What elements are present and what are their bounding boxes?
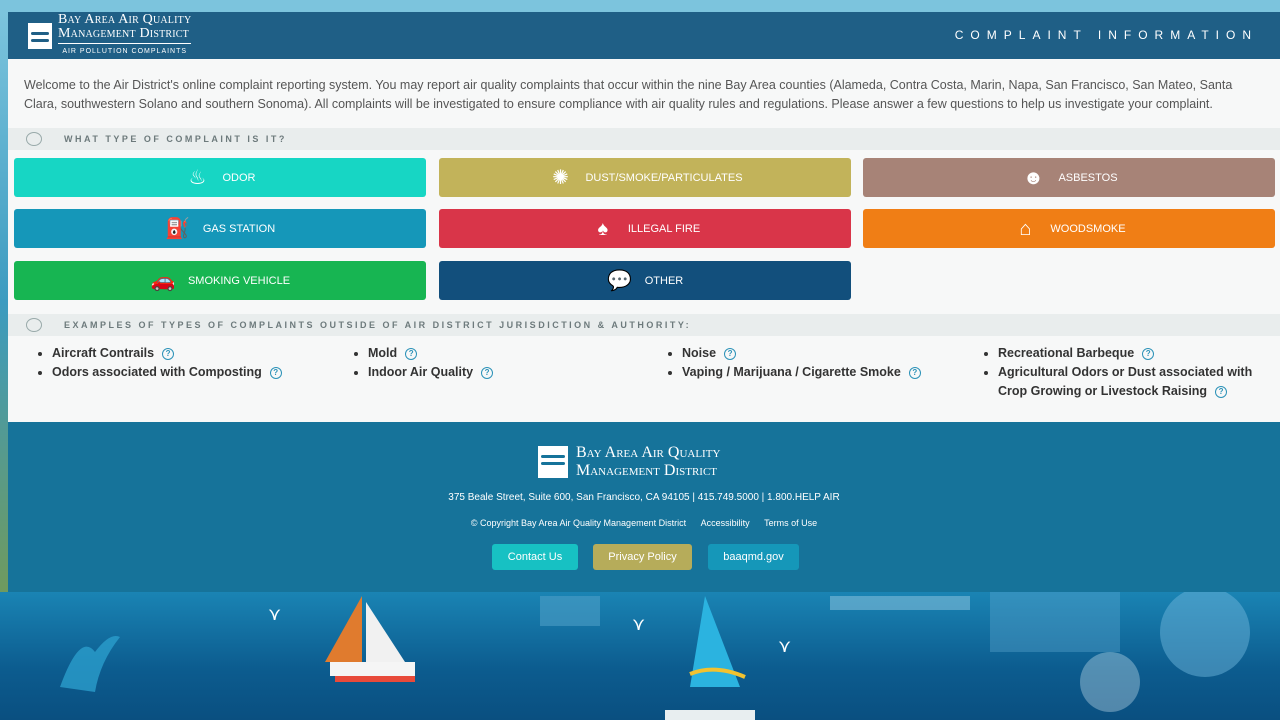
gas-pump-icon: ⛽ bbox=[165, 217, 191, 240]
smoking-vehicle-button-label: SMOKING VEHICLE bbox=[187, 274, 291, 287]
illegal-fire-button-label: ILLEGAL FIRE bbox=[627, 222, 701, 235]
logo-line-1: Bay Area Air Quality bbox=[58, 12, 192, 27]
list-item: Vaping / Marijuana / Cigarette Smoke? bbox=[682, 363, 921, 382]
district-logo-icon bbox=[538, 446, 568, 478]
asbestos-button[interactable]: ☻ ASBESTOS bbox=[863, 158, 1275, 197]
terms-of-use-link[interactable]: Terms of Use bbox=[764, 518, 817, 528]
copyright-text: © Copyright Bay Area Air Quality Managem… bbox=[470, 518, 687, 528]
accessibility-link[interactable]: Accessibility bbox=[701, 518, 750, 528]
smoking-vehicle-button[interactable]: 🚗 SMOKING VEHICLE bbox=[14, 261, 426, 300]
page-footer: Bay Area Air Quality Management District… bbox=[8, 422, 1280, 592]
illegal-fire-button[interactable]: ♠ ILLEGAL FIRE bbox=[439, 209, 851, 248]
asbestos-icon: ☻ bbox=[1022, 166, 1044, 189]
help-icon[interactable]: ? bbox=[1142, 348, 1155, 360]
footer-address: 375 Beale Street, Suite 600, San Francis… bbox=[448, 492, 840, 503]
speech-bubble-icon bbox=[26, 318, 42, 332]
complaint-type-title: WHAT TYPE OF COMPLAINT IS IT? bbox=[64, 134, 287, 144]
page-title: COMPLAINT INFORMATION bbox=[954, 28, 1258, 42]
footer-logo-line-2: Management District bbox=[576, 462, 717, 479]
logo-line-3: AIR POLLUTION COMPLAINTS bbox=[58, 43, 192, 59]
help-icon[interactable]: ? bbox=[908, 367, 921, 379]
speech-bubble-icon: 💬 bbox=[607, 269, 633, 292]
car-smoke-icon: 🚗 bbox=[150, 269, 176, 292]
footer-logo-line-1: Bay Area Air Quality bbox=[576, 444, 721, 461]
list-item: Odors associated with Composting? bbox=[52, 363, 282, 382]
list-item: Noise? bbox=[682, 344, 921, 363]
dust-icon: ✺ bbox=[552, 166, 569, 189]
gas-station-button-label: GAS STATION bbox=[202, 222, 276, 235]
background-bay-scene: ⋎ ⋎ ⋎ bbox=[0, 592, 1280, 720]
background-left-strip bbox=[0, 12, 8, 592]
list-item: Agricultural Odors or Dust associated wi… bbox=[998, 363, 1270, 401]
district-logo[interactable]: Bay Area Air Quality Management District… bbox=[28, 13, 192, 55]
footer-links: © Copyright Bay Area Air Quality Managem… bbox=[8, 518, 1280, 528]
intro-text: Welcome to the Air District's online com… bbox=[24, 78, 1233, 111]
logo-line-2: Management District bbox=[58, 26, 189, 41]
district-logo-icon bbox=[28, 23, 52, 49]
examples-title: EXAMPLES OF TYPES OF COMPLAINTS OUTSIDE … bbox=[64, 320, 692, 330]
examples-column-1: Aircraft Contrails? Odors associated wit… bbox=[34, 344, 282, 382]
page-header: Bay Area Air Quality Management District… bbox=[8, 12, 1280, 59]
list-item: Mold? bbox=[368, 344, 493, 363]
list-item: Aircraft Contrails? bbox=[52, 344, 282, 363]
contact-us-button[interactable]: Contact Us bbox=[492, 544, 578, 570]
examples-column-2: Mold? Indoor Air Quality? bbox=[350, 344, 494, 382]
baaqmd-gov-button[interactable]: baaqmd.gov bbox=[708, 544, 799, 570]
help-icon[interactable]: ? bbox=[724, 348, 737, 360]
svg-text:⋎: ⋎ bbox=[778, 636, 791, 657]
list-item: Recreational Barbeque? bbox=[998, 344, 1270, 363]
svg-text:⋎: ⋎ bbox=[632, 614, 645, 635]
fire-icon: ♠ bbox=[597, 217, 609, 240]
odor-icon: ♨ bbox=[188, 166, 207, 189]
dust-button-label: DUST/SMOKE/PARTICULATES bbox=[585, 171, 743, 184]
examples-column-3: Noise? Vaping / Marijuana / Cigarette Sm… bbox=[664, 344, 921, 382]
woodsmoke-button[interactable]: ⌂ WOODSMOKE bbox=[863, 209, 1275, 248]
footer-logo[interactable]: Bay Area Air Quality Management District bbox=[538, 444, 720, 480]
help-icon[interactable]: ? bbox=[481, 367, 494, 379]
gas-station-button[interactable]: ⛽ GAS STATION bbox=[14, 209, 426, 248]
complaint-type-section-header: WHAT TYPE OF COMPLAINT IS IT? bbox=[8, 128, 1280, 150]
help-icon[interactable]: ? bbox=[405, 348, 418, 360]
odor-button[interactable]: ♨ ODOR bbox=[14, 158, 426, 197]
house-smoke-icon: ⌂ bbox=[1019, 217, 1032, 240]
other-button[interactable]: 💬 OTHER bbox=[439, 261, 851, 300]
asbestos-button-label: ASBESTOS bbox=[1058, 171, 1118, 184]
privacy-policy-button[interactable]: Privacy Policy bbox=[593, 544, 692, 570]
help-icon[interactable]: ? bbox=[269, 367, 282, 379]
examples-column-4: Recreational Barbeque? Agricultural Odor… bbox=[980, 344, 1270, 401]
speech-bubble-icon bbox=[26, 132, 42, 146]
other-button-label: OTHER bbox=[644, 274, 684, 287]
help-icon[interactable]: ? bbox=[1215, 386, 1228, 398]
list-item: Indoor Air Quality? bbox=[368, 363, 494, 382]
odor-button-label: ODOR bbox=[222, 171, 256, 184]
woodsmoke-button-label: WOODSMOKE bbox=[1050, 222, 1126, 235]
bay-scene-illustration: ⋎ ⋎ ⋎ bbox=[60, 592, 1250, 720]
examples-section-header: EXAMPLES OF TYPES OF COMPLAINTS OUTSIDE … bbox=[8, 314, 1280, 336]
main-panel: Bay Area Air Quality Management District… bbox=[8, 12, 1280, 422]
dust-smoke-particulates-button[interactable]: ✺ DUST/SMOKE/PARTICULATES bbox=[439, 158, 851, 197]
svg-text:⋎: ⋎ bbox=[268, 604, 281, 625]
help-icon[interactable]: ? bbox=[162, 348, 175, 360]
background-sky bbox=[0, 0, 1280, 12]
